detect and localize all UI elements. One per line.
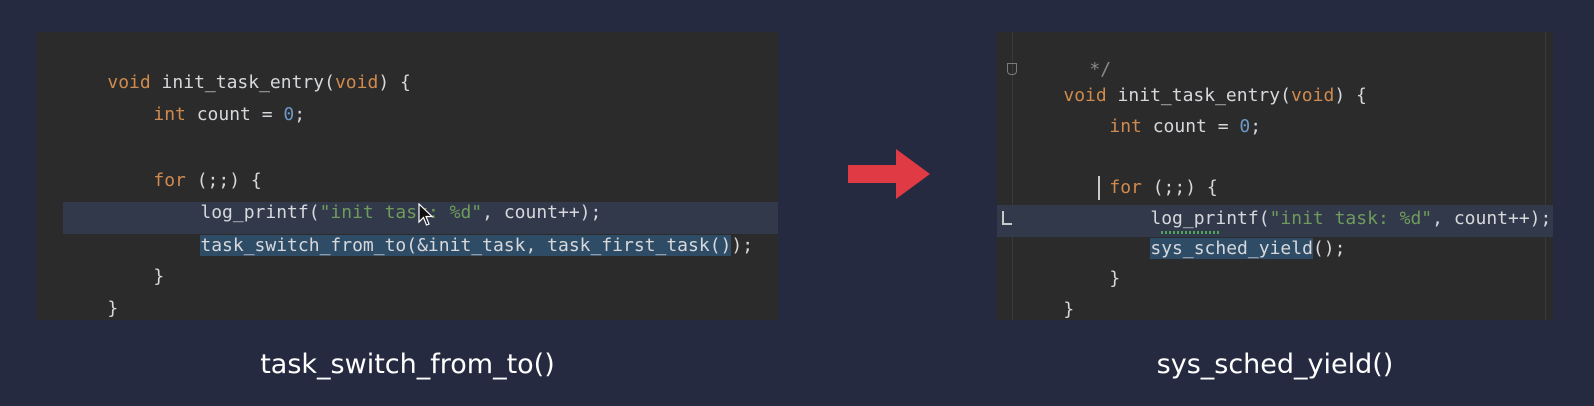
gutter-separator — [1012, 32, 1013, 320]
breakpoint-marker-icon[interactable] — [1000, 210, 1012, 226]
selected-text: task_switch_from_to(&init_task, task_fir… — [200, 235, 732, 256]
code-line-function-signature[interactable]: void init_task_entry(void) { — [1020, 54, 1366, 106]
code-line-comment-end[interactable]: */ — [1046, 28, 1111, 80]
left-caption: task_switch_from_to() — [260, 349, 555, 380]
fold-marker-icon[interactable] — [1007, 63, 1017, 75]
right-code-editor: */ void init_task_entry(void) { int coun… — [997, 32, 1553, 320]
code-line-log-printf[interactable]: log_printf("init task: %d", count++); — [1107, 177, 1551, 229]
right-caption: sys_sched_yield() — [1156, 349, 1394, 380]
mouse-pointer-icon — [418, 203, 434, 226]
selected-text: sys_sched_yield — [1150, 238, 1313, 259]
code-line-for-close-brace[interactable]: } — [1066, 237, 1120, 289]
text-caret — [1098, 176, 1100, 200]
code-line-for-close-brace[interactable]: } — [110, 235, 164, 287]
code-line-for-loop[interactable]: for (;;) { — [110, 139, 261, 191]
code-line-function-close-brace[interactable]: } — [64, 267, 118, 319]
right-arrow-icon — [848, 149, 930, 199]
right-margin-line — [1545, 32, 1546, 320]
code-line-count-decl[interactable]: int count = 0; — [110, 73, 305, 125]
code-line-sys-sched-yield-call[interactable]: sys_sched_yield(); — [1107, 207, 1345, 259]
code-line-function-signature[interactable]: void init_task_entry(void) { — [64, 41, 410, 93]
left-code-editor: void init_task_entry(void) { int count =… — [37, 32, 778, 320]
code-line-count-decl[interactable]: int count = 0; — [1066, 85, 1261, 137]
code-line-log-printf[interactable]: log_printf("init task: %d", count++); — [157, 171, 601, 223]
code-line-function-close-brace[interactable]: } — [1020, 268, 1074, 320]
spellcheck-squiggle — [1161, 231, 1221, 234]
code-line-for-loop[interactable]: for (;;) { — [1066, 146, 1217, 198]
code-line-task-switch-call[interactable]: task_switch_from_to(&init_task, task_fir… — [157, 204, 753, 256]
